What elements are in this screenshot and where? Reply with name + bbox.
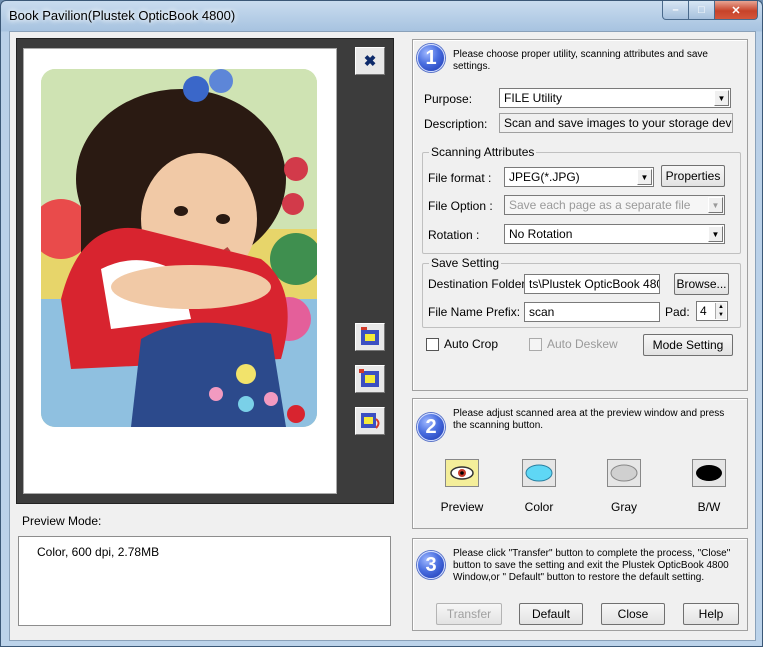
bw-mode-label: B/W [697, 500, 721, 514]
preview-mode-label-text: Preview [440, 500, 484, 514]
eye-icon [450, 466, 474, 480]
destination-folder-label: Destination Folder: [428, 277, 529, 291]
description-label: Description: [424, 117, 488, 131]
purpose-value: FILE Utility [504, 91, 563, 105]
step-1-instruction: Please choose proper utility, scanning a… [453, 49, 708, 72]
gray-mode-label: Gray [610, 500, 637, 514]
scanning-attributes-group: Scanning Attributes File format : JPEG(*… [422, 145, 741, 254]
save-setting-title: Save Setting [429, 256, 502, 270]
transfer-button[interactable]: Transfer [436, 603, 502, 625]
save-setting-group: Save Setting Destination Folder: ts\Plus… [422, 256, 741, 328]
file-option-label: File Option : [428, 199, 493, 213]
scan-page-icon [359, 369, 379, 387]
rotation-label: Rotation : [428, 228, 480, 242]
auto-deskew-label: Auto Deskew [547, 337, 618, 351]
minimize-button[interactable]: – [662, 1, 689, 20]
close-x-icon: ✖ [363, 53, 377, 70]
step-2-badge: 2 [417, 413, 445, 441]
purpose-label: Purpose: [424, 92, 473, 106]
purpose-select[interactable]: FILE Utility ▼ [499, 88, 731, 108]
preview-mode-button[interactable] [445, 459, 479, 487]
preview-mode-label: Preview Mode: [22, 514, 102, 528]
description-field: Scan and save images to your storage dev… [499, 113, 733, 133]
close-window-button[interactable]: ✕ [714, 1, 758, 20]
chevron-down-icon: ▼ [708, 197, 723, 213]
step-1-badge: 1 [417, 44, 445, 72]
scan-area-top-button[interactable] [355, 323, 385, 351]
auto-deskew-checkbox[interactable] [529, 338, 542, 351]
pad-stepper[interactable]: 4 ▲ ▼ [696, 301, 728, 321]
color-mode-label: Color [524, 500, 554, 514]
window-title: Book Pavilion(Plustek OpticBook 4800) [9, 8, 236, 23]
auto-crop-checkbox[interactable] [426, 338, 439, 351]
step-2-instruction: Please adjust scanned area at the previe… [453, 408, 725, 431]
step-3-badge: 3 [417, 551, 445, 579]
file-name-prefix-field[interactable]: scan [524, 302, 660, 322]
file-format-value: JPEG(*.JPG) [509, 170, 580, 184]
default-button[interactable]: Default [519, 603, 583, 625]
preview-toolbar: ✖ [347, 39, 393, 503]
app-window: Book Pavilion(Plustek OpticBook 4800) – … [0, 0, 763, 647]
scanning-attributes-title: Scanning Attributes [429, 145, 537, 159]
dialog-client-area: ✖ Preview Mode: Color, 600 dpi, 2.78MB 1… [9, 31, 756, 641]
stepper-arrows-icon[interactable]: ▲ ▼ [715, 303, 726, 319]
gray-oval-icon [610, 464, 638, 482]
scan-area-full-button[interactable] [355, 365, 385, 393]
preview-info-box: Color, 600 dpi, 2.78MB [18, 536, 391, 626]
settings-panel: 1 Please choose proper utility, scanning… [412, 39, 748, 391]
file-option-value: Save each page as a separate file [509, 198, 691, 212]
color-oval-icon [525, 464, 553, 482]
chevron-down-icon: ▼ [708, 226, 723, 242]
rotation-value: No Rotation [509, 227, 573, 241]
color-mode-button[interactable] [522, 459, 556, 487]
chevron-down-icon: ▼ [637, 169, 652, 185]
rotate-scan-button[interactable] [355, 407, 385, 435]
rotate-icon [361, 413, 380, 429]
clear-preview-button[interactable]: ✖ [355, 47, 385, 75]
chevron-down-icon: ▼ [714, 90, 729, 106]
scanned-page [23, 48, 337, 494]
title-bar: Book Pavilion(Plustek OpticBook 4800) – … [1, 1, 762, 31]
scan-mode-panel: 2 Please adjust scanned area at the prev… [412, 398, 748, 529]
help-button[interactable]: Help [683, 603, 739, 625]
properties-button[interactable]: Properties [661, 165, 725, 187]
preview-window[interactable]: ✖ [16, 38, 394, 504]
mode-setting-button[interactable]: Mode Setting [643, 334, 733, 356]
file-option-select[interactable]: Save each page as a separate file ▼ [504, 195, 725, 215]
destination-folder-field[interactable]: ts\Plustek OpticBook 4800\ [524, 274, 660, 294]
gray-mode-button[interactable] [607, 459, 641, 487]
pad-label: Pad: [665, 305, 690, 319]
preview-info-text: Color, 600 dpi, 2.78MB [37, 545, 160, 559]
scan-region-icon [361, 327, 379, 345]
maximize-button[interactable]: □ [688, 1, 715, 20]
file-format-select[interactable]: JPEG(*.JPG) ▼ [504, 167, 654, 187]
file-name-prefix-label: File Name Prefix: [428, 305, 521, 319]
pad-value: 4 [700, 304, 707, 318]
rotation-select[interactable]: No Rotation ▼ [504, 224, 725, 244]
transfer-panel: 3 Please click "Transfer" button to comp… [412, 538, 748, 631]
bw-mode-button[interactable] [692, 459, 726, 487]
girl-photo-image [41, 69, 317, 427]
file-format-label: File format : [428, 171, 492, 185]
auto-crop-label: Auto Crop [444, 337, 499, 351]
step-3-instruction: Please click "Transfer" button to comple… [453, 548, 731, 583]
close-button[interactable]: Close [601, 603, 665, 625]
browse-button[interactable]: Browse... [674, 273, 729, 295]
bw-oval-icon [696, 465, 722, 481]
preview-photo [41, 69, 317, 427]
